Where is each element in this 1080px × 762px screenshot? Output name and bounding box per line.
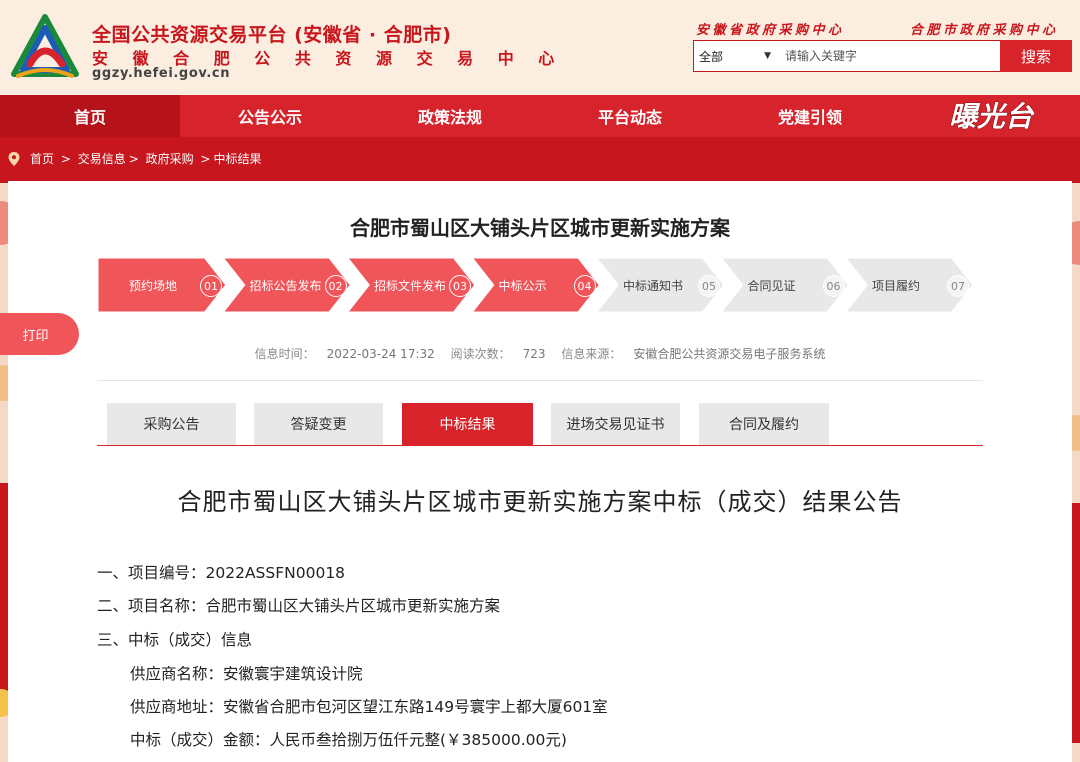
nav-item-news[interactable]: 平台动态 xyxy=(540,95,720,137)
search-bar: 全部 ▼ 搜索 xyxy=(693,40,1072,72)
step-number: 06 xyxy=(822,275,845,297)
announcement-line-award-amount: 中标（成交）金额：人民币叁拾捌万伍仟元整(￥385000.00元) xyxy=(130,731,567,749)
step-label: 中标公示 xyxy=(498,279,547,293)
nav-item-party-building[interactable]: 党建引领 xyxy=(720,95,900,137)
link-city-procurement[interactable]: 合肥市政府采购中心 xyxy=(910,19,1059,38)
tab-procurement-notice[interactable]: 采购公告 xyxy=(107,403,236,445)
announcement-line-award-info: 三、中标（成交）信息 xyxy=(97,631,253,649)
chevron-down-icon: ▼ xyxy=(764,51,771,61)
search-button[interactable]: 搜索 xyxy=(1000,40,1072,72)
announcement-line-project-no: 一、项目编号：2022ASSFN00018 xyxy=(97,564,346,582)
exposure-platform-logo[interactable]: 曝光台 xyxy=(932,98,1050,134)
info-meta: 信息时间： 2022-03-24 17:32 阅读次数： 723 信息来源： 安徽合肥… xyxy=(0,345,1080,362)
step-label: 中标通知书 xyxy=(623,279,684,293)
doc-tabs: 采购公告 答疑变更 中标结果 进场交易见证书 合同及履约 xyxy=(97,403,983,446)
breadcrumb-separator: > xyxy=(196,151,211,166)
announcement-line-supplier-name: 供应商名称：安徽寰宇建筑设计院 xyxy=(130,665,363,683)
exposure-platform-logo-text: 曝光台 xyxy=(949,100,1035,133)
nav-item-policies[interactable]: 政策法规 xyxy=(360,95,540,137)
link-province-procurement[interactable]: 安徽省政府采购中心 xyxy=(696,19,845,38)
meta-time-label: 信息时间： xyxy=(254,347,315,361)
main-nav: 首页 公告公示 政策法规 平台动态 党建引领 曝光台 xyxy=(0,95,1080,137)
breadcrumb-home[interactable]: 首页 xyxy=(30,150,54,167)
meta-source: 安徽合肥公共资源交易电子服务系统 xyxy=(633,347,826,361)
step-label: 预约场地 xyxy=(129,279,178,293)
breadcrumb-current: 中标结果 xyxy=(213,152,262,166)
project-title: 合肥市蜀山区大铺头片区城市更新实施方案 xyxy=(350,216,730,240)
step-number: 04 xyxy=(573,275,596,297)
step-label: 招标公告发布 xyxy=(249,279,322,293)
location-pin-icon xyxy=(8,151,20,166)
breadcrumb: 首页 > 交易信息 > 政府采购 > 中标结果 xyxy=(8,150,262,167)
announcement-line-supplier-address: 供应商地址：安徽省合肥市包河区望江东路149号寰宇上都大厦601室 xyxy=(130,698,608,716)
site-title: 全国公共资源交易平台 (安徽省 · 合肥市) xyxy=(92,24,452,46)
nav-item-home[interactable]: 首页 xyxy=(0,95,180,137)
meta-reads-label: 阅读次数： xyxy=(450,347,511,361)
tab-contract-performance[interactable]: 合同及履约 xyxy=(699,403,829,445)
search-type-value: 全部 xyxy=(699,49,724,64)
step-number: 01 xyxy=(200,275,222,297)
site-header: 全国公共资源交易平台 (安徽省 · 合肥市) 安 徽 合 肥 公 共 资 源 交… xyxy=(0,0,1080,95)
search-type-select[interactable]: 全部 ▼ xyxy=(694,41,779,71)
breadcrumb-gov-procurement[interactable]: 政府采购 xyxy=(146,150,194,167)
step-number: 03 xyxy=(449,275,471,297)
announcement-title: 合肥市蜀山区大铺头片区城市更新实施方案中标（成交）结果公告 xyxy=(177,488,903,516)
search-input[interactable] xyxy=(779,41,1000,71)
step-number: 02 xyxy=(324,275,347,297)
meta-reads: 723 xyxy=(522,347,546,361)
tab-award-result[interactable]: 中标结果 xyxy=(402,403,533,445)
step-label: 合同见证 xyxy=(747,279,796,293)
breadcrumb-separator: > xyxy=(128,151,143,166)
progress-steps: 预约场地 01 招标公告发布 02 招标文件发布 03 中标公示 04 中标通知书 05 合同见证 0… xyxy=(97,257,980,313)
site-logo-icon[interactable] xyxy=(10,14,80,80)
announcement-line-project-name: 二、项目名称：合肥市蜀山区大铺头片区城市更新实施方案 xyxy=(97,597,501,615)
nav-item-announcements[interactable]: 公告公示 xyxy=(180,95,360,137)
step-label: 项目履约 xyxy=(872,279,921,293)
site-domain: ggzy.hefei.gov.cn xyxy=(92,66,231,81)
meta-time: 2022-03-24 17:32 xyxy=(326,347,435,361)
meta-source-label: 信息来源： xyxy=(561,347,622,361)
divider xyxy=(97,380,983,381)
breadcrumb-separator: > xyxy=(57,151,75,166)
tab-qa-changes[interactable]: 答疑变更 xyxy=(254,403,383,445)
step-label: 招标文件发布 xyxy=(374,279,447,293)
step-number: 05 xyxy=(698,275,720,297)
breadcrumb-trade-info[interactable]: 交易信息 xyxy=(78,150,126,167)
tab-trade-certificate[interactable]: 进场交易见证书 xyxy=(551,403,680,445)
step-number: 07 xyxy=(947,275,969,297)
